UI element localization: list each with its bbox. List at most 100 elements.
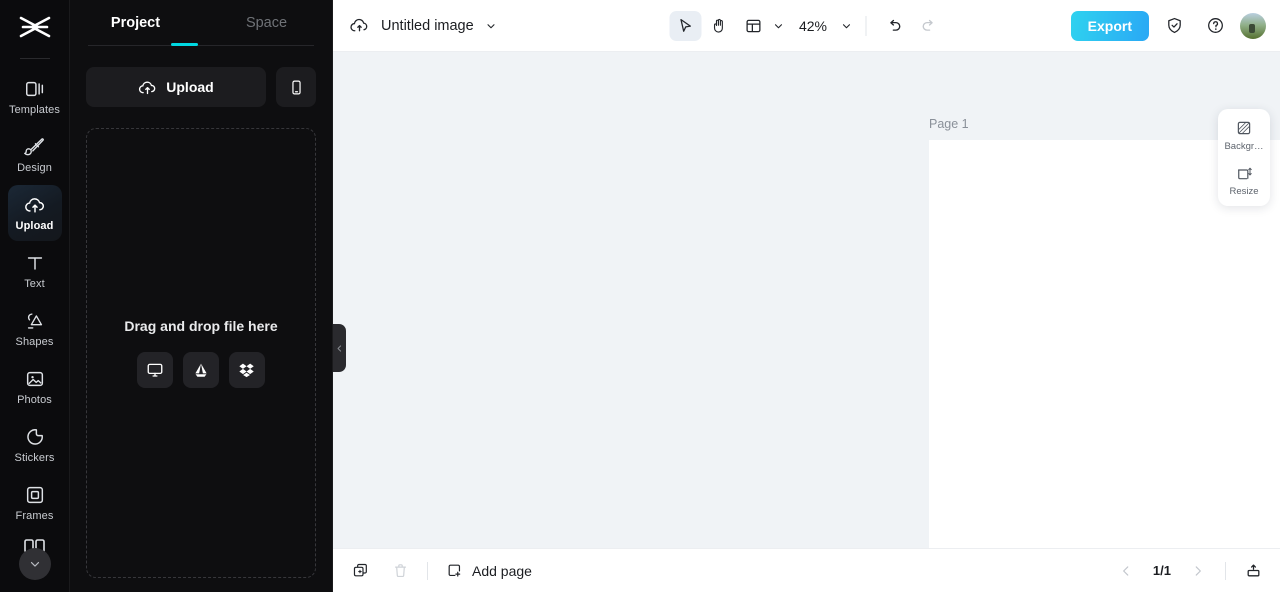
add-page-icon: [448, 564, 461, 577]
canvas-tools: 42%: [668, 10, 944, 41]
select-tool-button[interactable]: [668, 10, 701, 41]
text-icon: [27, 257, 42, 270]
upload-cloud-icon: [139, 81, 156, 94]
canvas-area[interactable]: Page 1 Backgr… Resize: [333, 52, 1280, 548]
google-drive-icon: [195, 363, 207, 377]
sidebar-item-design[interactable]: Design: [8, 127, 62, 183]
source-computer-button[interactable]: [137, 352, 173, 388]
redo-button[interactable]: [912, 11, 944, 41]
project-panel: Project Space Upload Drag and drop file …: [70, 0, 333, 592]
hand-tool-button[interactable]: [703, 11, 735, 41]
bottom-bar: Add page 1/1: [333, 548, 1280, 592]
user-avatar[interactable]: [1240, 12, 1266, 39]
active-tab-indicator: [171, 43, 198, 46]
sidebar-item-shapes[interactable]: Shapes: [8, 301, 62, 357]
layout-dropdown-button[interactable]: [771, 19, 785, 33]
sidebar-item-frames[interactable]: Frames: [8, 475, 62, 531]
chevron-right-icon: [1195, 565, 1201, 576]
main-area: Untitled image 42% Export Page 1 Backgr……: [333, 0, 1280, 592]
document-title-menu-button[interactable]: [484, 19, 498, 33]
layout-tool-button[interactable]: [737, 11, 769, 41]
delete-page-button[interactable]: [387, 558, 413, 584]
undo-button[interactable]: [878, 11, 910, 41]
sidebar-item-label: Photos: [17, 394, 52, 406]
add-page-button[interactable]: Add page: [446, 562, 532, 579]
panel-body: Upload: [70, 46, 332, 123]
sidebar-item-text[interactable]: Text: [8, 243, 62, 299]
sidebar-item-label: Text: [24, 278, 45, 290]
sidebar-item-templates[interactable]: Templates: [8, 69, 62, 125]
source-dropbox-button[interactable]: [229, 352, 265, 388]
trash-icon: [394, 564, 406, 578]
shapes-icon: [27, 313, 42, 329]
page-indicator: 1/1: [1152, 563, 1171, 578]
cloud-sync-status[interactable]: [347, 14, 371, 38]
canvas-float-panel: Backgr… Resize: [1218, 109, 1270, 206]
upload-from-phone-button[interactable]: [276, 67, 316, 107]
redo-arrow-icon: [922, 19, 933, 31]
sidebar-item-photos[interactable]: Photos: [8, 359, 62, 415]
add-page-label: Add page: [472, 562, 532, 579]
duplicate-page-icon: [353, 563, 367, 577]
upload-button-label: Upload: [166, 79, 214, 95]
top-toolbar: Untitled image 42% Export: [333, 0, 1280, 52]
design-icon: [23, 138, 44, 156]
file-dropzone[interactable]: Drag and drop file here: [86, 128, 316, 578]
security-button[interactable]: [1158, 11, 1190, 41]
source-google-drive-button[interactable]: [183, 352, 219, 388]
page-label: Page 1: [929, 117, 969, 131]
background-button-label: Backgr…: [1224, 141, 1264, 152]
sidebar-expand-button[interactable]: [19, 548, 51, 580]
panel-collapse-handle[interactable]: [333, 324, 346, 372]
tabs-underline: [88, 45, 314, 46]
duplicate-page-bottom-button[interactable]: [347, 558, 373, 584]
bottom-divider-right: [1225, 561, 1226, 580]
document-title[interactable]: Untitled image: [381, 18, 474, 34]
tab-project[interactable]: Project: [70, 0, 201, 46]
sidebar-item-upload[interactable]: Upload: [7, 185, 62, 241]
photos-icon: [26, 371, 43, 387]
next-page-button[interactable]: [1185, 558, 1211, 584]
upload-button[interactable]: Upload: [86, 67, 266, 107]
sidebar-item-label: Templates: [8, 104, 61, 116]
chevron-left-icon: [1123, 565, 1129, 576]
chevron-down-icon: [774, 23, 782, 28]
upload-cloud-icon: [24, 198, 44, 213]
rail-divider: [19, 58, 50, 59]
chevron-down-icon: [842, 23, 850, 28]
sidebar-item-label: Shapes: [15, 336, 54, 348]
resize-icon: [1238, 167, 1252, 180]
background-pattern-icon: [1237, 121, 1251, 135]
undo-arrow-icon: [889, 19, 900, 31]
left-rail: Templates Design Upload Text Shapes Phot…: [0, 0, 70, 592]
app-root: Templates Design Upload Text Shapes Phot…: [0, 0, 1280, 592]
previous-page-button[interactable]: [1113, 558, 1139, 584]
dropzone-sources: [137, 352, 265, 388]
cloud-sync-icon: [349, 18, 367, 32]
help-button[interactable]: [1199, 11, 1231, 41]
zoom-dropdown-button[interactable]: [839, 19, 853, 33]
app-logo[interactable]: [0, 4, 70, 52]
frames-icon: [26, 486, 43, 504]
sidebar-item-stickers[interactable]: Stickers: [8, 417, 62, 473]
chevron-left-icon: [337, 344, 342, 352]
sidebar-item-label: Stickers: [14, 452, 55, 464]
export-button[interactable]: Export: [1070, 10, 1149, 41]
bottom-divider: [427, 561, 428, 580]
resize-button[interactable]: Resize: [1218, 164, 1270, 197]
tab-space[interactable]: Space: [201, 0, 332, 46]
question-circle-icon: [1207, 18, 1223, 33]
toolbar-divider: [865, 15, 867, 36]
panel-tabs: Project Space: [70, 0, 332, 46]
page-navigation: 1/1: [1113, 558, 1266, 584]
export-tray-button[interactable]: [1240, 558, 1266, 584]
shield-check-icon: [1167, 17, 1181, 34]
dropzone-label: Drag and drop file here: [124, 318, 278, 334]
topbar-right: Export: [1070, 10, 1266, 41]
cursor-arrow-icon: [679, 18, 691, 32]
capcut-logo-icon: [19, 16, 50, 38]
background-button[interactable]: Backgr…: [1218, 119, 1270, 152]
monitor-icon: [147, 363, 163, 377]
stickers-icon: [26, 429, 43, 445]
hand-icon: [713, 18, 723, 33]
